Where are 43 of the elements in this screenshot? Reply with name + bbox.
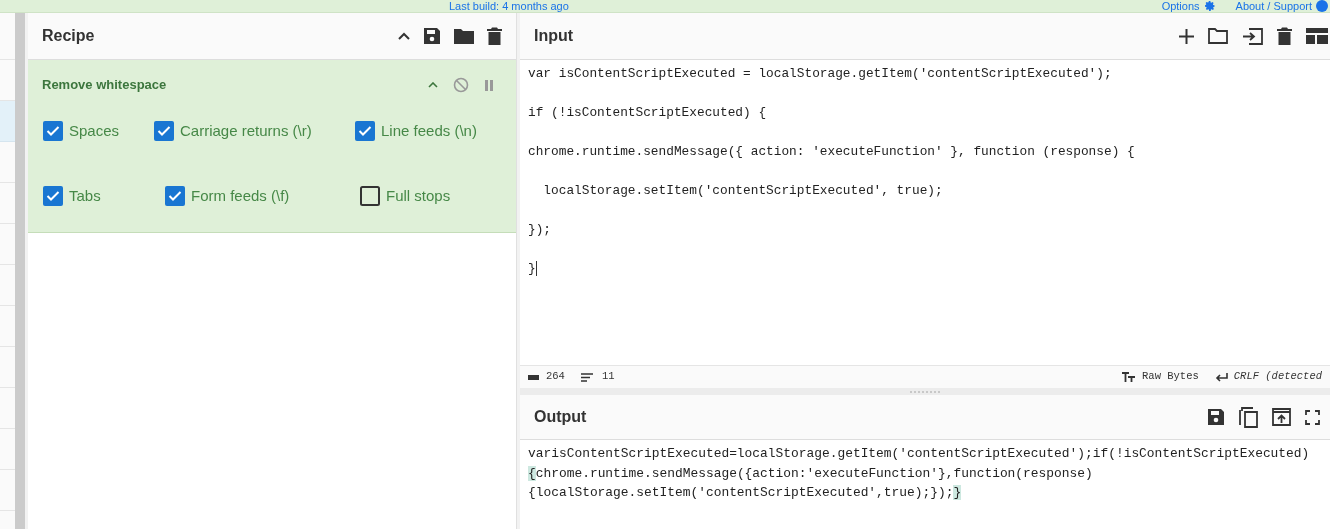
collapse-icon[interactable]	[398, 32, 410, 40]
options-link[interactable]: Options	[1161, 0, 1200, 12]
lines-icon	[580, 372, 593, 382]
build-info: Last build: 4 months ago	[449, 0, 569, 12]
checkbox[interactable]	[43, 185, 63, 206]
layout-icon[interactable]	[1306, 28, 1328, 44]
checkbox[interactable]	[154, 121, 174, 142]
checkbox[interactable]	[43, 121, 63, 142]
save-icon[interactable]	[1207, 408, 1225, 426]
checkbox[interactable]	[165, 185, 185, 206]
checkbox-label[interactable]: Spaces	[69, 120, 120, 143]
folder-icon[interactable]	[1208, 28, 1228, 44]
copy-icon[interactable]	[1239, 406, 1258, 428]
checkbox[interactable]	[360, 185, 380, 206]
checkbox-label[interactable]: Line feeds (\n)	[381, 120, 477, 143]
move-up-icon[interactable]	[1272, 408, 1291, 426]
import-icon[interactable]	[1242, 27, 1263, 45]
panel-title: Output	[534, 407, 587, 427]
line-count: 11	[601, 369, 615, 385]
checkbox-label[interactable]: Tabs	[69, 184, 101, 207]
encoding-label[interactable]: Raw Bytes	[1142, 369, 1199, 385]
trash-icon[interactable]	[487, 27, 502, 45]
checkbox-label[interactable]: Full stops	[386, 184, 451, 207]
save-icon[interactable]	[423, 27, 441, 45]
plus-icon[interactable]	[1179, 28, 1194, 44]
about-link[interactable]: About / Support	[1235, 0, 1312, 12]
output-text[interactable]: varisContentScriptExecuted=localStorage.getItem('contentScriptExecuted');if(!isContentScriptExecuted) {chrome.runtime.sendMessage({action:'executeFunction'},function(response) {localStorage.setItem('contentScriptExecuted',true);});}	[520, 440, 1330, 529]
operation-title: Remove whitespace	[42, 76, 167, 95]
checkbox-label[interactable]: Form feeds (\f)	[191, 184, 290, 207]
text-size-icon[interactable]	[1122, 372, 1136, 382]
folder-icon[interactable]	[454, 28, 474, 44]
return-icon[interactable]	[1214, 372, 1228, 382]
panel-title: Input	[534, 26, 574, 46]
panel-title: Recipe	[42, 26, 95, 46]
scrollbar[interactable]	[15, 13, 25, 529]
char-count: 264	[546, 369, 565, 385]
fullscreen-icon[interactable]	[1305, 409, 1320, 425]
settings-icon[interactable]	[1203, 0, 1216, 12]
input-text[interactable]: var isContentScriptExecuted = localStorage.getItem('contentScriptExecuted'); if (!isContentScriptExecuted) { chrome.runtime.sendMessage({ action: 'executeFunction' }, function (response) { localStorage.setItem('contentScriptExecuted', true); }); }	[520, 60, 1330, 365]
checkbox[interactable]	[355, 121, 375, 142]
eol-label[interactable]: CRLF (detected	[1233, 369, 1322, 385]
trash-icon[interactable]	[1277, 27, 1292, 45]
checkbox-label[interactable]: Carriage returns (\r)	[180, 120, 312, 143]
